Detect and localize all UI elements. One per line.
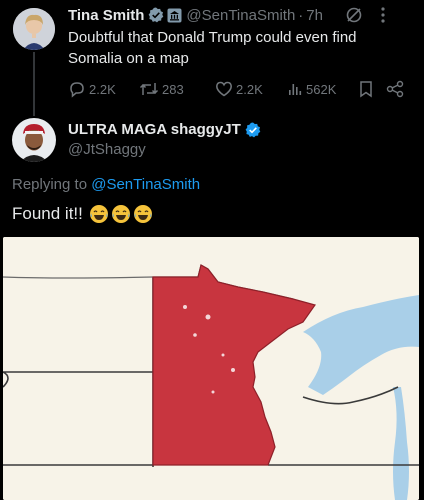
bookmark-button[interactable] xyxy=(358,80,377,98)
share-button[interactable] xyxy=(386,80,407,98)
reply-icon xyxy=(68,80,89,98)
tweet1-actions: 2.2K 283 2.2K 562K xyxy=(68,79,412,99)
author-name-2[interactable]: ULTRA MAGA shaggyJT xyxy=(68,121,241,138)
separator: · xyxy=(298,6,304,24)
tweet1-text: Doubtful that Donald Trump could even fi… xyxy=(68,29,357,67)
author-name[interactable]: Tina Smith xyxy=(68,7,144,24)
replying-to-link[interactable]: @SenTinaSmith xyxy=(91,176,200,193)
laughing-emoji-icon xyxy=(133,204,153,224)
tweet2-handle[interactable]: @JtShaggy xyxy=(68,141,146,158)
bookmark-icon xyxy=(358,80,377,98)
attached-map-image[interactable] xyxy=(3,237,419,500)
share-icon xyxy=(386,80,407,98)
replying-to: Replying to @SenTinaSmith xyxy=(12,176,200,193)
replying-prefix: Replying to xyxy=(12,176,88,193)
tweet2-text: Found it!! xyxy=(12,204,83,223)
laughing-emoji-icon xyxy=(111,204,131,224)
tweet2-text-row: Found it!! xyxy=(12,204,153,224)
like-icon xyxy=(215,80,236,98)
avatar-tina-smith[interactable] xyxy=(13,8,55,50)
retweet-button[interactable]: 283 xyxy=(139,80,184,98)
retweet-count: 283 xyxy=(162,81,184,97)
reply-button[interactable]: 2.2K xyxy=(68,80,116,98)
government-badge-icon xyxy=(167,8,182,23)
tweet1-handle[interactable]: @SenTinaSmith xyxy=(186,7,295,24)
tweet2-header: ULTRA MAGA shaggyJT xyxy=(68,121,261,138)
tweet1-header: Tina Smith @SenTinaSmith · 7h xyxy=(68,5,408,25)
views-button[interactable]: 562K xyxy=(287,81,336,97)
thread-line xyxy=(33,52,35,116)
tweet1-time[interactable]: 7h xyxy=(306,7,323,24)
avatar-shaggyjt[interactable] xyxy=(12,118,56,162)
more-icon[interactable] xyxy=(381,7,385,23)
verified-badge-icon xyxy=(148,7,164,23)
reply-count: 2.2K xyxy=(89,81,116,97)
views-count: 562K xyxy=(306,81,337,97)
like-button[interactable]: 2.2K xyxy=(215,80,263,98)
laughing-emoji-icon xyxy=(89,204,109,224)
verified-badge-icon xyxy=(245,122,261,138)
like-count: 2.2K xyxy=(236,81,263,97)
retweet-icon xyxy=(139,80,162,98)
views-icon xyxy=(287,81,306,97)
grok-icon[interactable] xyxy=(345,6,363,24)
